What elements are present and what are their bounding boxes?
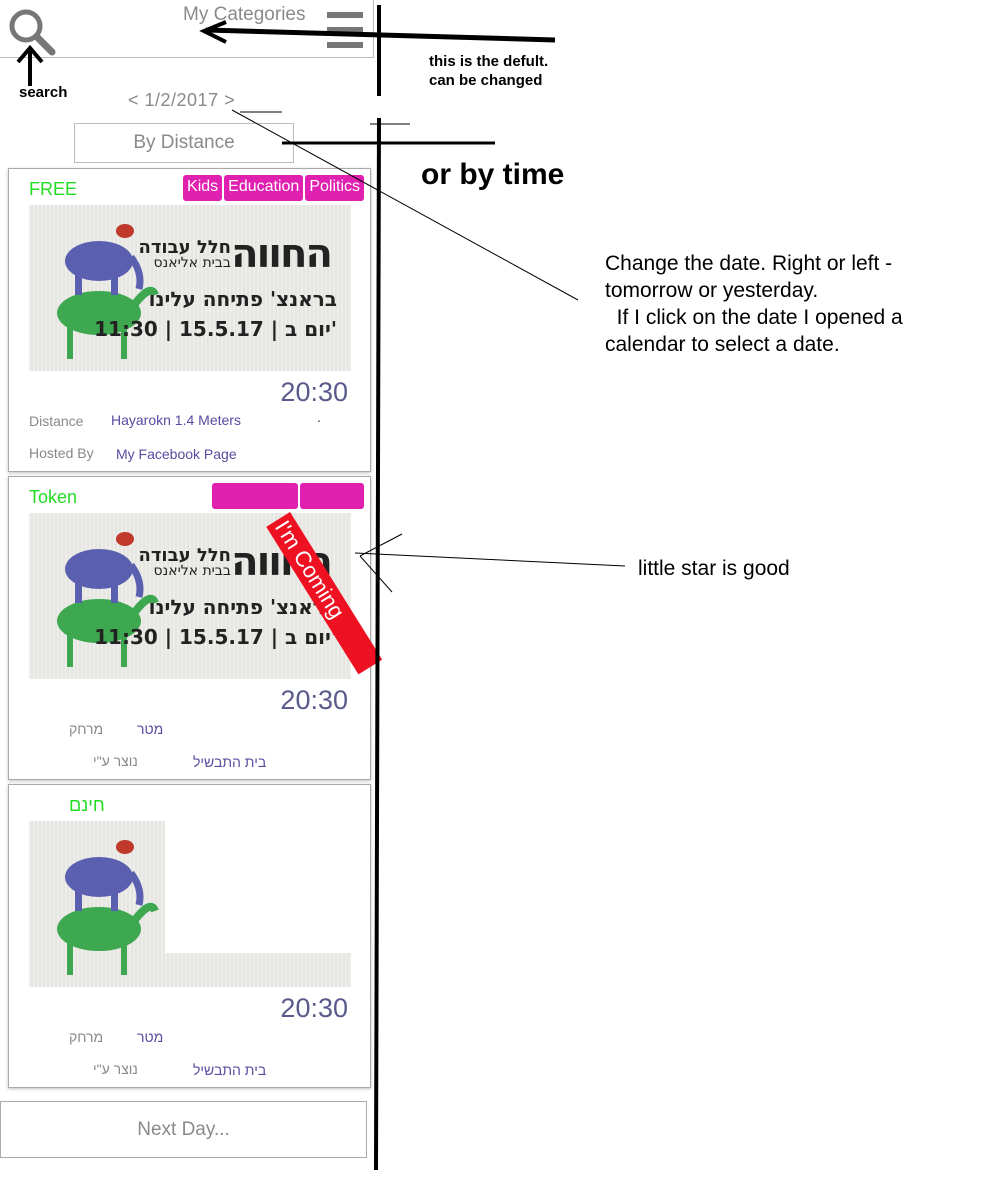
- star-annotation: little star is good: [638, 557, 790, 580]
- time-annotation: or by time: [421, 158, 565, 191]
- default-annotation: this is the defult. can be changed: [429, 53, 549, 89]
- date-annotation: Change the date. Right or left - tomorro…: [605, 252, 903, 356]
- search-annotation: search: [19, 84, 68, 101]
